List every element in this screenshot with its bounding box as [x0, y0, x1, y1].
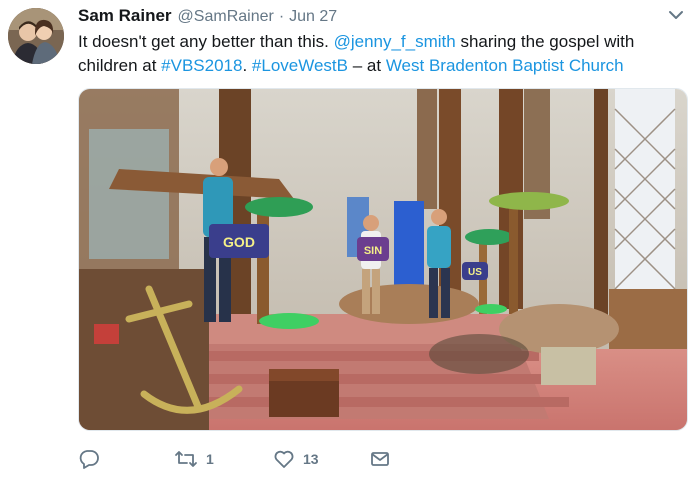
mention-link[interactable]: @jenny_f_smith [334, 32, 456, 51]
reply-icon [79, 450, 99, 469]
stage-photo: GOD SIN US [79, 89, 687, 430]
avatar[interactable] [8, 8, 64, 64]
tweet-photo[interactable]: GOD SIN US [78, 88, 688, 431]
hashtag-link[interactable]: #VBS2018 [161, 56, 242, 75]
retweet-count: 1 [206, 451, 214, 467]
tweet-text-part: – at [348, 56, 386, 75]
location-link[interactable]: West Bradenton Baptist Church [386, 56, 624, 75]
user-handle[interactable]: @SamRainer [178, 8, 274, 26]
us-sign-label: US [468, 267, 482, 278]
tweet-actions: 1 13 [78, 446, 478, 472]
chevron-down-icon[interactable] [666, 8, 686, 24]
sin-sign-label: SIN [364, 245, 382, 257]
god-sign-label: GOD [223, 234, 255, 250]
tweet-card[interactable]: Sam Rainer @SamRainer · Jun 27 It doesn'… [0, 0, 700, 477]
retweet-icon [175, 451, 197, 467]
tweet-text: It doesn't get any better than this. @je… [78, 30, 688, 78]
tweet-text-part: . [242, 56, 252, 75]
separator-dot: · [278, 8, 285, 25]
hashtag-link[interactable]: #LoveWestB [252, 56, 348, 75]
message-icon [371, 452, 389, 466]
like-button[interactable]: 13 [273, 446, 319, 472]
reply-button[interactable] [78, 446, 100, 472]
avatar-image [8, 8, 64, 64]
tweet-header: Sam Rainer @SamRainer · Jun 27 [78, 6, 337, 28]
like-icon [274, 450, 294, 468]
like-count: 13 [303, 451, 319, 467]
display-name[interactable]: Sam Rainer [78, 6, 172, 26]
retweet-button[interactable]: 1 [174, 446, 214, 472]
tweet-text-part: It doesn't get any better than this. [78, 32, 334, 51]
direct-message-button[interactable] [369, 446, 391, 472]
timestamp[interactable]: Jun 27 [289, 8, 337, 26]
